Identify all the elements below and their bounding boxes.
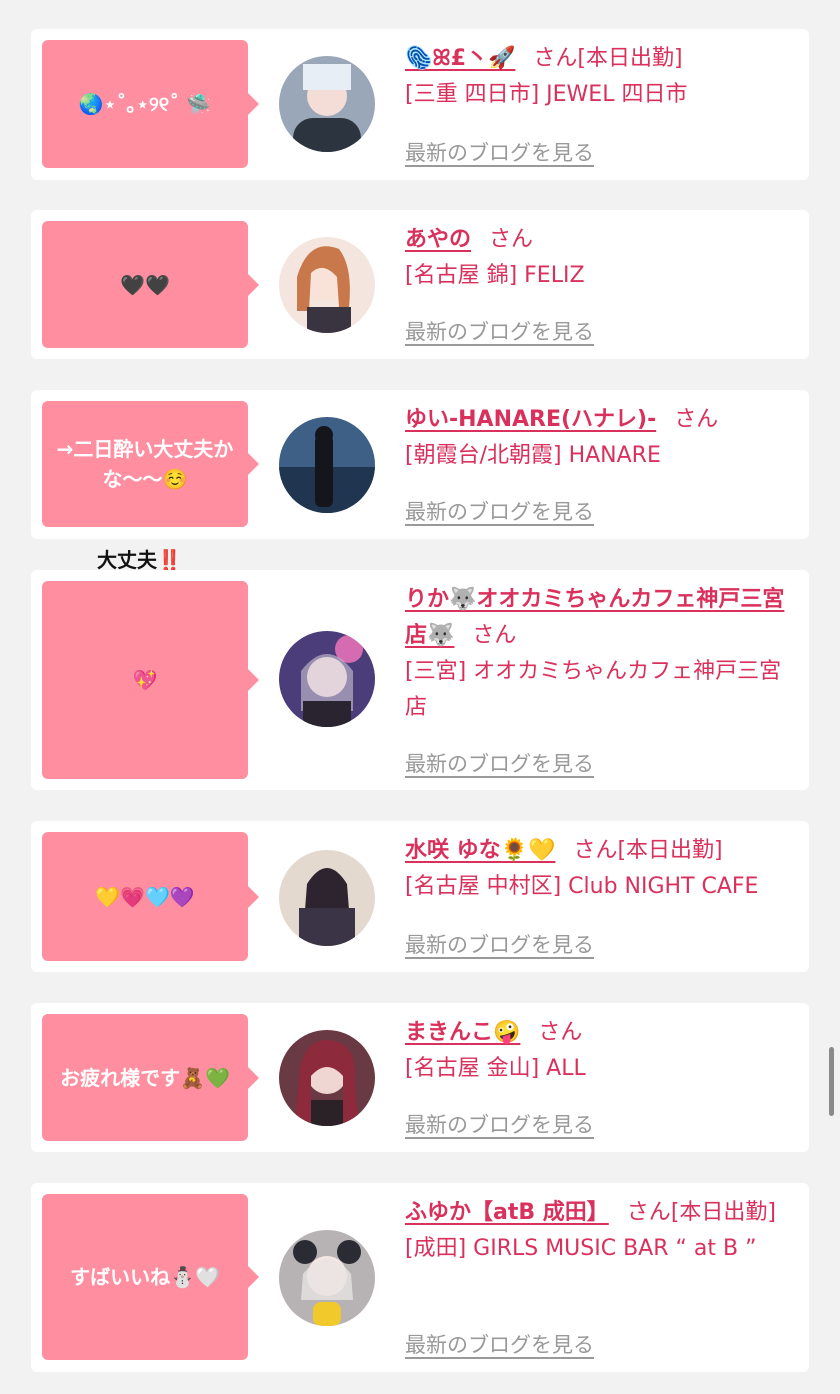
- profile-info: ゆい-HANARE(ハナレ)- さん [朝霞台/北朝霞] HANARE: [405, 402, 801, 474]
- shop-name: [三重 四日市] JEWEL 四日市: [405, 82, 688, 107]
- avatar-photo-icon: [279, 417, 375, 513]
- profile-info: ふゆか【atB 成田】 さん[本日出勤] [成田] GIRLS MUSIC BAR…: [405, 1195, 801, 1267]
- blog-card: すばいいね⛄️🤍 ふゆか【atB 成田】 さん[本日出勤] [成田] GIRLS …: [31, 1183, 809, 1372]
- profile-name-link[interactable]: 🫆ꕤ£丶🚀: [405, 46, 515, 71]
- avatar-photo-icon: [279, 1230, 375, 1326]
- avatar-photo-icon: [279, 850, 375, 946]
- avatar[interactable]: [279, 1030, 375, 1126]
- avatar-photo-icon: [279, 631, 375, 727]
- blog-card: お疲れ様です🧸💚 まきんこ🤪 さん [名古屋 金山] ALL 最新のブログを見る: [31, 1003, 809, 1152]
- profile-info: あやの さん [名古屋 錦] FELIZ: [405, 222, 801, 294]
- san-label: さん: [489, 227, 534, 252]
- shop-name: [名古屋 金山] ALL: [405, 1056, 586, 1081]
- profile-info: りか🐺オオカミちゃんカフェ神戸三宮店🐺 さん [三宮] オオカミちゃんカフェ神戸三…: [405, 582, 801, 726]
- avatar-photo-icon: [279, 237, 375, 333]
- avatar[interactable]: [279, 56, 375, 152]
- comment-bubble: 💖: [42, 581, 259, 779]
- latest-blog-link[interactable]: 最新のブログを見る: [405, 748, 594, 778]
- comment-bubble: お疲れ様です🧸💚: [42, 1014, 259, 1141]
- blog-card: →二日酔い大丈夫かな〜〜☺️ ゆい-HANARE(ハナレ)- さん [朝霞台/北朝…: [31, 390, 809, 539]
- latest-blog-link[interactable]: 最新のブログを見る: [405, 316, 594, 346]
- avatar-photo-icon: [279, 56, 375, 152]
- scrollbar-thumb[interactable]: [829, 1047, 834, 1116]
- shop-name: [三宮] オオカミちゃんカフェ神戸三宮店: [405, 659, 782, 720]
- profile-name-link[interactable]: 水咲 ゆな🌻💛: [405, 838, 555, 863]
- avatar[interactable]: [279, 1230, 375, 1326]
- san-label: さん: [538, 1020, 583, 1045]
- profile-name-link[interactable]: ゆい-HANARE(ハナレ)-: [405, 407, 656, 432]
- shop-name: [名古屋 中村区] Club NIGHT CAFE: [405, 874, 759, 899]
- avatar[interactable]: [279, 631, 375, 727]
- avatar[interactable]: [279, 237, 375, 333]
- avatar-photo-icon: [279, 1030, 375, 1126]
- comment-bubble: 💛💗🩵💜: [42, 832, 259, 961]
- latest-blog-link[interactable]: 最新のブログを見る: [405, 929, 594, 959]
- avatar[interactable]: [279, 850, 375, 946]
- comment-bubble: →二日酔い大丈夫かな〜〜☺️: [42, 401, 259, 527]
- comment-bubble: 🖤🖤: [42, 221, 259, 348]
- profile-info: 🫆ꕤ£丶🚀 さん[本日出勤] [三重 四日市] JEWEL 四日市: [405, 41, 801, 113]
- latest-blog-link[interactable]: 最新のブログを見る: [405, 1329, 594, 1359]
- profile-info: 水咲 ゆな🌻💛 さん[本日出勤] [名古屋 中村区] Club NIGHT CAF…: [405, 833, 801, 905]
- latest-blog-link[interactable]: 最新のブログを見る: [405, 496, 594, 526]
- san-label: さん: [472, 623, 517, 648]
- san-label: さん: [674, 407, 719, 432]
- san-label: さん: [626, 1200, 671, 1225]
- annotation-text: 大丈夫‼️: [97, 548, 182, 572]
- profile-name-link[interactable]: りか🐺オオカミちゃんカフェ神戸三宮店🐺: [405, 587, 784, 648]
- working-today-badge: [本日出勤]: [577, 46, 683, 71]
- latest-blog-link[interactable]: 最新のブログを見る: [405, 137, 594, 167]
- shop-name: [成田] GIRLS MUSIC BAR “ at B ”: [405, 1236, 757, 1261]
- working-today-badge: [本日出勤]: [670, 1200, 776, 1225]
- comment-bubble: すばいいね⛄️🤍: [42, 1194, 259, 1360]
- san-label: さん: [533, 46, 578, 71]
- blog-card: 🖤🖤 あやの さん [名古屋 錦] FELIZ 最新のブログを見る: [31, 210, 809, 359]
- working-today-badge: [本日出勤]: [617, 838, 723, 863]
- blog-card: 💖 りか🐺オオカミちゃんカフェ神戸三宮店🐺 さん [三宮] オオカミちゃんカフェ神…: [31, 570, 809, 790]
- profile-name-link[interactable]: まきんこ🤪: [405, 1020, 520, 1045]
- blog-card: 💛💗🩵💜 水咲 ゆな🌻💛 さん[本日出勤] [名古屋 中村区] Club NIGH…: [31, 821, 809, 972]
- blog-card: 🌏⋆˚｡⋆୨୧˚ 🛸 🫆ꕤ£丶🚀 さん[本日出勤] [三重 四日市] JEWEL …: [31, 29, 809, 180]
- san-label: さん: [573, 838, 618, 863]
- shop-name: [朝霞台/北朝霞] HANARE: [405, 443, 661, 468]
- profile-name-link[interactable]: ふゆか【atB 成田】: [405, 1200, 609, 1225]
- avatar[interactable]: [279, 417, 375, 513]
- comment-bubble: 🌏⋆˚｡⋆୨୧˚ 🛸: [42, 40, 259, 168]
- shop-name: [名古屋 錦] FELIZ: [405, 263, 585, 288]
- profile-name-link[interactable]: あやの: [405, 227, 471, 252]
- latest-blog-link[interactable]: 最新のブログを見る: [405, 1109, 594, 1139]
- profile-info: まきんこ🤪 さん [名古屋 金山] ALL: [405, 1015, 801, 1087]
